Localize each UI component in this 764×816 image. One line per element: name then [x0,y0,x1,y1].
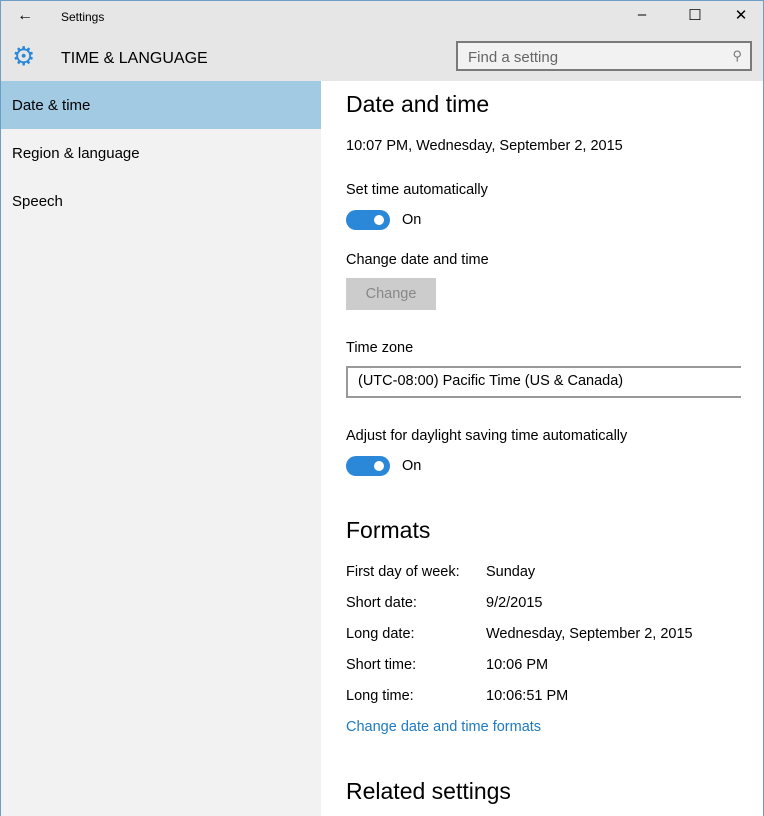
maximize-button[interactable]: ☐ [685,6,705,24]
dst-toggle[interactable] [346,456,390,476]
section-title: TIME & LANGUAGE [61,50,208,67]
timezone-select[interactable]: (UTC-08:00) Pacific Time (US & Canada) [346,366,741,398]
gear-icon: ⚙ [12,41,36,71]
format-label: Short date: [346,595,417,611]
format-value: Wednesday, September 2, 2015 [486,626,693,642]
formats-title: Formats [346,517,431,543]
format-value: Sunday [486,564,536,580]
format-label: First day of week: [346,564,460,580]
change-formats-link[interactable]: Change date and time formats [346,719,541,735]
search-icon[interactable]: ⚲ [732,48,742,64]
sidebar: Date & time Region & language Speech [1,81,321,816]
page-title: Date and time [346,91,490,117]
format-label: Long time: [346,688,414,704]
dst-state: On [402,458,422,474]
format-label: Long date: [346,626,415,642]
search-placeholder: Find a setting [468,49,559,66]
settings-window: ← Settings – ☐ ✕ ⚙ TIME & LANGUAGE Find … [0,0,764,816]
current-datetime: 10:07 PM, Wednesday, September 2, 2015 [346,138,623,154]
change-label: Change date and time [346,252,489,268]
format-label: Short time: [346,657,417,673]
sidebar-item-speech[interactable]: Speech [1,177,321,225]
change-button[interactable]: Change [346,278,436,310]
timezone-label: Time zone [346,340,414,356]
format-value: 10:06:51 PM [486,688,569,704]
format-value: 9/2/2015 [486,595,543,611]
close-button[interactable]: ✕ [731,6,751,24]
sidebar-item-date-time[interactable]: Date & time [1,81,321,129]
set-time-label: Set time automatically [346,182,488,198]
sidebar-item-region-language[interactable]: Region & language [1,129,321,177]
format-value: 10:06 PM [486,657,549,673]
back-arrow-icon[interactable]: ← [17,7,33,25]
dst-label: Adjust for daylight saving time automati… [346,428,628,444]
minimize-button[interactable]: – [632,6,652,23]
header: ⚙ TIME & LANGUAGE Find a setting ⚲ [1,33,763,81]
search-input[interactable]: Find a setting ⚲ [456,41,752,71]
set-time-toggle[interactable] [346,210,390,230]
set-time-state: On [402,212,422,228]
title-bar: ← Settings – ☐ ✕ [1,1,763,33]
window-title: Settings [61,10,105,24]
related-settings-title: Related settings [346,778,511,804]
